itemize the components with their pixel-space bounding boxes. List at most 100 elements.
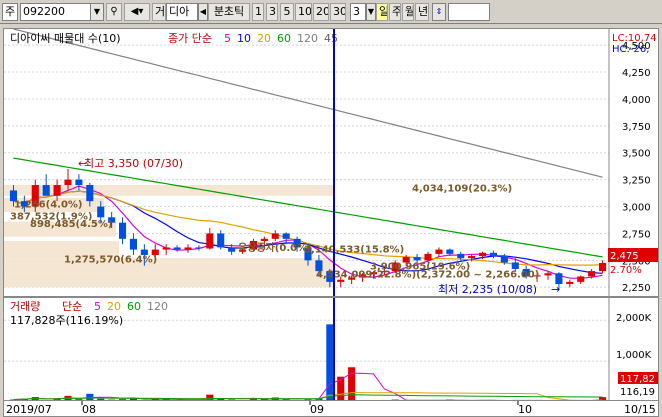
- price-tick-label: 4,000: [622, 95, 651, 106]
- year-button[interactable]: 년: [415, 3, 429, 21]
- period-5-button[interactable]: 5: [280, 3, 294, 21]
- ma-period-label: 10: [237, 32, 251, 45]
- candle-body: [184, 247, 192, 250]
- price-tick-label: 3,750: [622, 122, 651, 133]
- x-label-10: 10: [518, 403, 532, 416]
- candle-body: [129, 238, 137, 250]
- candle-body: [457, 253, 465, 259]
- candle-body: [511, 262, 519, 269]
- prev-icon[interactable]: ◀: [198, 3, 208, 21]
- volume-profile-label: 3,140,533(15.8%): [304, 244, 404, 255]
- market-select[interactable]: 주: [2, 3, 18, 21]
- price-chart-title: 디아이씨 매물대 수(10): [10, 32, 121, 45]
- candle-body: [424, 253, 432, 261]
- volume-bar: [326, 324, 334, 400]
- candle-body: [42, 185, 50, 196]
- volume-profile-bar: [4, 273, 334, 288]
- candle-body: [479, 252, 487, 257]
- day-button[interactable]: 일: [376, 3, 388, 21]
- candle-body: [217, 233, 225, 248]
- month-button[interactable]: 월: [402, 3, 414, 21]
- volume-title: 거래량: [10, 300, 40, 313]
- candle-body: [86, 185, 94, 202]
- period-3-button[interactable]: 3: [266, 3, 278, 21]
- volume-ma-period-label: 60: [127, 300, 141, 313]
- price-tick-label: 2,750: [622, 229, 651, 240]
- ma-period-label: 5: [224, 32, 231, 45]
- week-button[interactable]: 주: [389, 3, 401, 21]
- candle-body: [206, 233, 214, 249]
- low-price-label: 최저 2,235 (10/08): [438, 283, 537, 296]
- period-1-button[interactable]: 1: [252, 3, 264, 21]
- volume-tick-1000k: 1,000K: [616, 350, 652, 361]
- ma-label: 종가 단순: [168, 32, 212, 45]
- period-value-input[interactable]: 3: [350, 3, 366, 21]
- candle-body: [489, 252, 497, 257]
- candle-body: [97, 206, 105, 218]
- period-30-button[interactable]: 30: [330, 3, 346, 21]
- price-tick-label: 3,500: [622, 149, 651, 160]
- stock-code-input[interactable]: 092200: [20, 3, 92, 21]
- volume-profile-label: 4,034,109(20.3%): [412, 183, 512, 194]
- candle-body: [228, 247, 236, 252]
- chart-window: 주 092200 ▼ ⚲ ◀▾ 거 디아 ◀ 분초틱 1 3 5 10 20 3…: [0, 0, 662, 417]
- candle-body: [195, 247, 203, 249]
- x-label-2019-07: 2019/07: [6, 403, 52, 416]
- volume-profile-label: 1,275,570(6.4%): [64, 254, 157, 265]
- candle-body: [119, 222, 127, 239]
- ma-period-label: 45: [324, 32, 338, 45]
- candle-body: [413, 257, 421, 261]
- volume-ma-period-label: 5: [94, 300, 101, 313]
- stock-name-field: 디아: [166, 3, 198, 21]
- volume-chart: 거래량 단순 5 20 60 120 117,828주(116.19%) 2,000K…: [4, 298, 658, 400]
- hc-text: HC:-26,: [612, 44, 649, 55]
- high-arrow-icon: ←: [78, 157, 87, 170]
- volume-bars: [9, 324, 607, 400]
- x-axis: 2019/07 08 09 10 10/15: [3, 400, 659, 417]
- price-chart-pane[interactable]: 4,500 4,250 4,000 3,750 3,500 3,250 3,000 2,750…: [3, 28, 659, 297]
- candle-body: [468, 256, 476, 259]
- period-dropdown-icon[interactable]: ▼: [366, 3, 376, 21]
- split-button[interactable]: 분초틱: [208, 3, 250, 21]
- ma-period-label: 120: [297, 32, 318, 45]
- candle-body: [599, 263, 607, 272]
- code-dropdown-icon[interactable]: ▼: [90, 3, 104, 21]
- lc-text: LC:10,74: [612, 33, 657, 44]
- candle-body: [173, 247, 181, 250]
- candle-body: [260, 238, 268, 241]
- candle-body: [544, 273, 552, 276]
- period-20-button[interactable]: 20: [313, 3, 329, 21]
- period-10-button[interactable]: 10: [295, 3, 312, 21]
- volume-ma-period-label: 20: [107, 300, 121, 313]
- volume-current: 117,82: [620, 374, 655, 385]
- price-tick-label: 2,250: [622, 283, 651, 294]
- candle-body: [162, 247, 170, 250]
- volume-profile-bar: [4, 185, 334, 196]
- magnifier-icon[interactable]: ⚲: [106, 3, 122, 21]
- volume-bar: [348, 367, 356, 400]
- updown-icon[interactable]: ⇕: [432, 3, 446, 21]
- low-arrow-icon: →: [551, 283, 560, 296]
- ma120-line: [13, 29, 603, 178]
- toolbar: 주 092200 ▼ ⚲ ◀▾ 거 디아 ◀ 분초틱 1 3 5 10 20 3…: [0, 0, 662, 24]
- ma-period-label: 20: [257, 32, 271, 45]
- count-input[interactable]: [448, 3, 490, 21]
- current-price: 2,475: [610, 251, 639, 262]
- volume-ma-label: 단순: [62, 300, 82, 313]
- high-price-label: 최고 3,350 (07/30): [84, 157, 183, 170]
- candle-body: [577, 276, 585, 282]
- candle-body: [64, 179, 72, 186]
- speaker-icon[interactable]: ◀▾: [124, 3, 150, 21]
- candle-body: [75, 179, 83, 186]
- volume-ma-period-label: 120: [147, 300, 168, 313]
- price-tick-label: 3,250: [622, 176, 651, 187]
- candle-body: [566, 281, 574, 285]
- ma-period-label: 60: [277, 32, 291, 45]
- type-button[interactable]: 거: [152, 3, 166, 21]
- volume-profile-label: 1,266(4.0%): [14, 200, 83, 211]
- volume-summary: 117,828주(116.19%): [10, 314, 123, 327]
- x-label-08: 08: [82, 403, 96, 416]
- price-chart: 4,5004,2504,0003,7503,5003,2503,0002,750…: [4, 29, 658, 296]
- volume-chart-pane[interactable]: 거래량 단순 5 20 60 120 117,828주(116.19%) 2,000K…: [3, 297, 659, 401]
- volume-profile-label: 유상증자(0.0%): [238, 241, 312, 254]
